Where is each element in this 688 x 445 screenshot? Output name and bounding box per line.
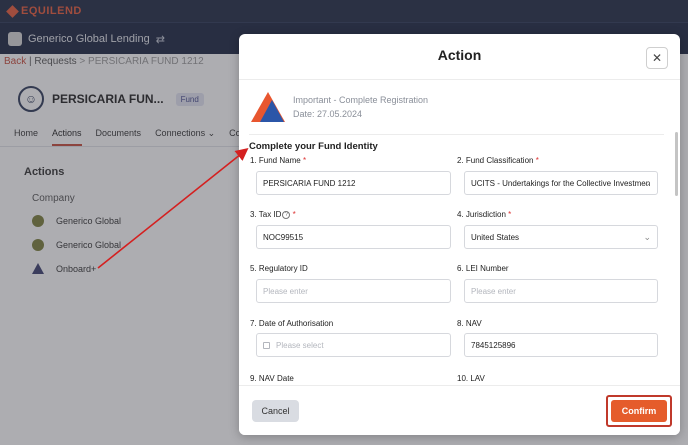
arrow-line (97, 148, 249, 269)
annotation-arrow (97, 148, 249, 269)
